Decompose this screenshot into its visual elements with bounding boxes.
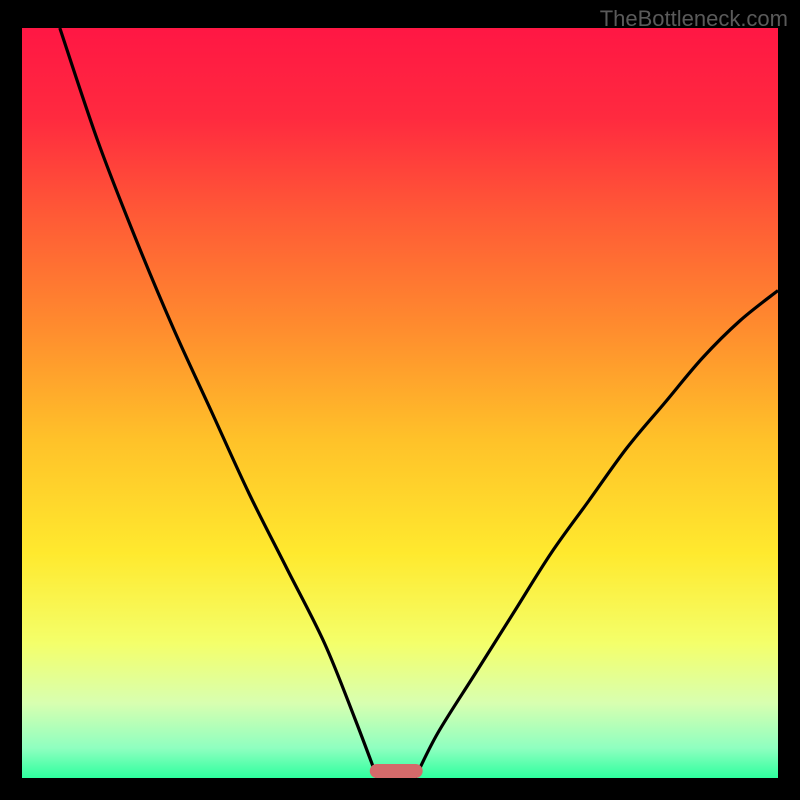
- chart-plot-area: [22, 28, 778, 778]
- chart-svg: [22, 28, 778, 778]
- bottleneck-marker: [370, 764, 423, 778]
- attribution-text: TheBottleneck.com: [600, 6, 788, 32]
